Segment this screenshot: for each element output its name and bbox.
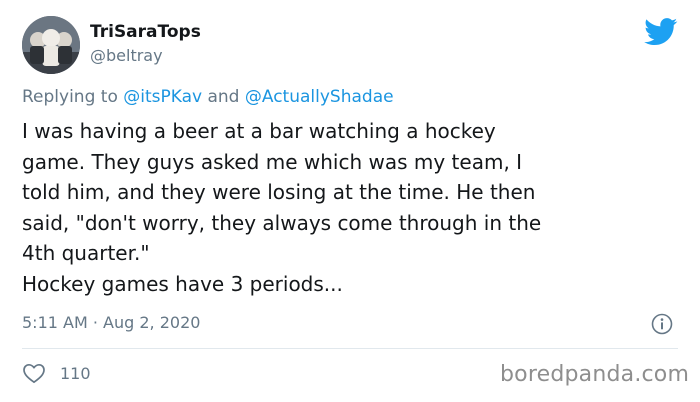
tweet-card: TriSaraTops @beltray Replying to @itsPKa… — [0, 0, 700, 402]
tweet-text-line: said, "don't worry, they always come thr… — [22, 210, 542, 235]
tweet-text-line: 4th quarter." — [22, 241, 150, 265]
avatar-image — [22, 16, 80, 74]
heart-icon — [23, 363, 45, 384]
author-handle[interactable]: @beltray — [90, 45, 201, 67]
tweet-text-line: Hockey games have 3 periods... — [22, 271, 343, 296]
twitter-bird-icon[interactable] — [644, 18, 678, 46]
like-count: 110 — [60, 363, 91, 383]
info-icon[interactable] — [651, 313, 673, 335]
avatar[interactable] — [22, 16, 80, 74]
reply-joiner: and — [207, 87, 240, 107]
tweet-timestamp[interactable]: 5:11 AM · Aug 2, 2020 — [22, 313, 200, 332]
reply-context: Replying to @itsPKav and @ActuallyShadae — [22, 87, 394, 107]
tweet-text-line: I was having a beer at a bar watching a … — [22, 119, 496, 143]
tweet-text: I was having a beer at a bar watching a … — [22, 116, 662, 299]
watermark: boredpanda.com — [500, 362, 690, 387]
reply-mention-itspkav[interactable]: @itsPKav — [123, 87, 202, 107]
reply-prefix: Replying to — [22, 87, 118, 107]
author-name[interactable]: TriSaraTops — [90, 21, 201, 43]
like-button[interactable]: 110 — [22, 362, 91, 384]
divider — [22, 348, 678, 349]
tweet-text-line: game. They guys asked me which was my te… — [22, 149, 523, 174]
reply-mention-actuallyshadae[interactable]: @ActuallyShadae — [245, 87, 394, 107]
author-block: TriSaraTops @beltray — [90, 21, 201, 67]
tweet-text-line: told him, and they were losing at the ti… — [22, 180, 536, 204]
